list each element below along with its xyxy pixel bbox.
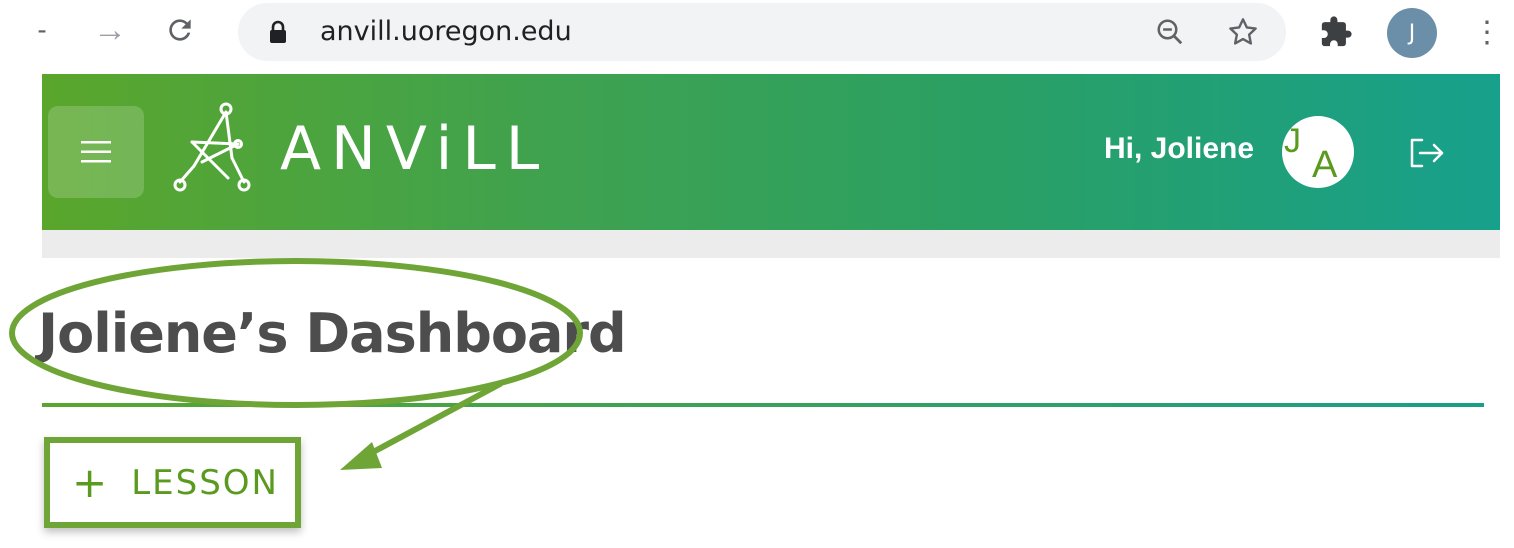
app-header: ANViLL Hi, Joliene J A [42, 74, 1500, 230]
annotation-arrow-line [359, 381, 503, 461]
add-lesson-button[interactable]: + LESSON [44, 437, 301, 528]
page-title: Joliene’s Dashboard [38, 302, 627, 365]
reload-button[interactable] [160, 8, 200, 52]
bookmark-button[interactable] [1224, 13, 1262, 51]
forward-icon: → [93, 10, 127, 49]
forward-button[interactable]: → [90, 8, 130, 52]
reload-icon [169, 19, 191, 41]
url-text: anvill.uoregon.edu [320, 16, 572, 47]
user-greeting: Hi, Joliene [1104, 132, 1255, 165]
avatar-initial-first: J [1284, 122, 1301, 160]
logout-icon[interactable] [1406, 136, 1450, 170]
hamburger-menu-icon [81, 141, 111, 163]
hamburger-menu-button[interactable] [48, 106, 144, 198]
zoom-button[interactable] [1152, 14, 1188, 50]
address-bar[interactable]: anvill.uoregon.edu [238, 3, 1286, 61]
brand-name: ANViLL [280, 114, 550, 184]
add-lesson-label: LESSON [131, 462, 279, 503]
browser-menu-button[interactable]: ⋮ [1472, 10, 1502, 54]
plus-icon: + [72, 458, 108, 507]
network-figure-logo [173, 102, 251, 192]
puzzle-piece-icon [1321, 16, 1352, 47]
extensions-button[interactable] [1316, 12, 1356, 52]
annotation-arrow-head [340, 442, 382, 470]
profile-avatar[interactable]: J [1387, 8, 1437, 58]
title-divider [42, 403, 1484, 407]
browser-toolbar: - → anvill.uoregon.edu J ⋮ [0, 0, 1514, 66]
kebab-menu-icon: ⋮ [1472, 15, 1502, 49]
header-subbar [42, 230, 1500, 258]
back-button[interactable]: - [22, 8, 62, 52]
avatar-initial-last: A [1312, 144, 1338, 186]
zoom-out-icon [1157, 19, 1183, 45]
user-avatar[interactable]: J A [1282, 116, 1354, 188]
star-icon [1229, 18, 1257, 45]
lock-icon [270, 20, 286, 43]
